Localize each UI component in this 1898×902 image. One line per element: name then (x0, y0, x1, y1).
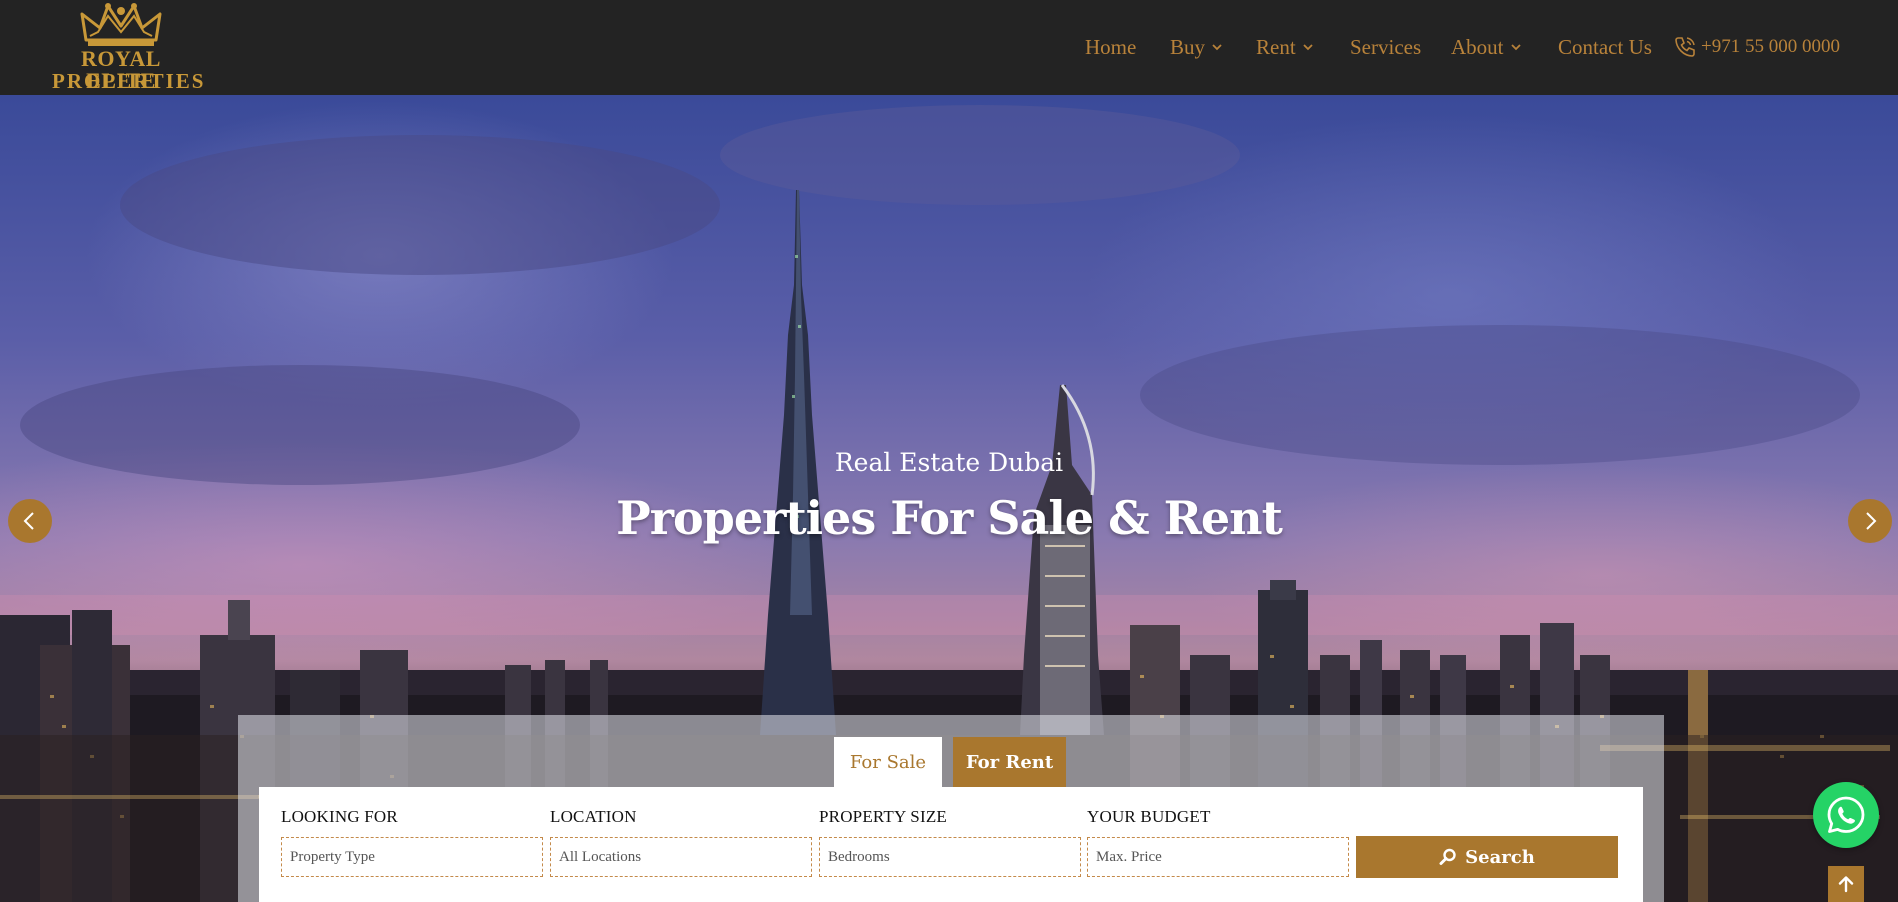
logo-line2: PROPERTIES (52, 69, 206, 93)
location-value: All Locations (559, 848, 642, 865)
nav-about[interactable]: About (1451, 34, 1522, 60)
search-button-label: Search (1465, 846, 1535, 868)
crown-icon (80, 3, 162, 46)
property-type-select[interactable]: Property Type (281, 837, 543, 877)
nav-rent-label: Rent (1256, 35, 1296, 59)
nav-services-label: Services (1350, 35, 1422, 59)
phone-number: +971 55 000 0000 (1701, 36, 1840, 57)
bedrooms-value: Bedrooms (828, 848, 890, 865)
phone-icon (1675, 37, 1695, 57)
slider-prev-button[interactable] (8, 499, 52, 543)
nav-buy[interactable]: Buy (1170, 34, 1223, 60)
whatsapp-icon (1827, 796, 1865, 833)
tab-for-rent[interactable]: For Rent (953, 737, 1066, 787)
nav-rent[interactable]: Rent (1256, 34, 1314, 60)
nav-about-label: About (1451, 35, 1504, 59)
phone-link[interactable]: +971 55 000 0000 (1673, 34, 1840, 60)
back-to-top-button[interactable] (1828, 866, 1864, 902)
logo[interactable]: ROYAL ELITE PROPERTIES (52, 2, 206, 93)
property-type-value: Property Type (290, 848, 375, 865)
chevron-down-icon (1510, 44, 1521, 51)
search-button[interactable]: Search (1356, 836, 1618, 878)
bedrooms-select[interactable]: Bedrooms (819, 837, 1081, 877)
budget-label: YOUR BUDGET (1087, 807, 1211, 826)
hero-title: Properties For Sale & Rent (616, 491, 1283, 545)
search-form: LOOKING FOR Property Type LOCATION All L… (259, 787, 1643, 902)
arrow-up-icon (1838, 876, 1854, 893)
looking-for-label: LOOKING FOR (281, 807, 398, 826)
location-select[interactable]: All Locations (550, 837, 812, 877)
location-label: LOCATION (550, 807, 637, 826)
chevron-left-icon (23, 512, 34, 530)
tab-for-sale[interactable]: For Sale (834, 737, 942, 787)
max-price-value: Max. Price (1096, 848, 1162, 865)
nav-services[interactable]: Services (1350, 34, 1421, 60)
nav-home-label: Home (1085, 35, 1137, 59)
whatsapp-button[interactable] (1813, 782, 1879, 848)
chevron-down-icon (1212, 44, 1222, 51)
site-header: ROYAL ELITE PROPERTIES Home Buy Rent Ser… (0, 0, 1898, 95)
nav-contact-label: Contact Us (1558, 35, 1652, 59)
nav-buy-label: Buy (1170, 35, 1206, 59)
max-price-select[interactable]: Max. Price (1087, 837, 1349, 877)
slider-next-button[interactable] (1848, 499, 1892, 543)
search-icon (1439, 848, 1456, 865)
nav-contact[interactable]: Contact Us (1558, 34, 1652, 60)
nav-home[interactable]: Home (1085, 34, 1136, 60)
chevron-right-icon (1866, 512, 1877, 530)
hero-subtitle: Real Estate Dubai (834, 448, 1064, 477)
property-size-label: PROPERTY SIZE (819, 807, 947, 826)
chevron-down-icon (1303, 44, 1313, 51)
